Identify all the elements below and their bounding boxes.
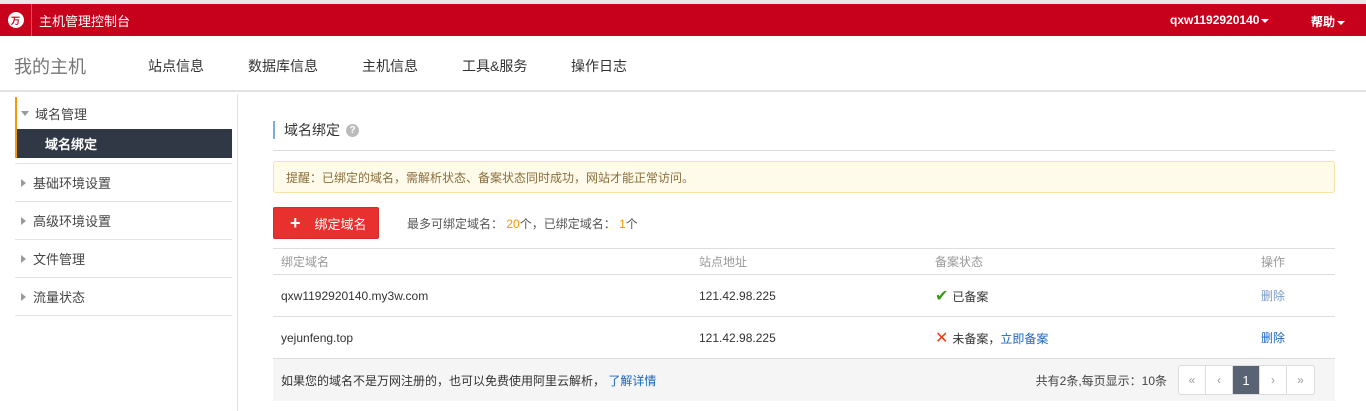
nav-brand[interactable]: 我的主机 (14, 53, 86, 79)
sidebar-group-file-management[interactable]: 文件管理 (15, 240, 232, 278)
col-record-status: 备案状态 (927, 248, 1253, 275)
prev-page-button[interactable]: ‹ (1206, 366, 1233, 394)
sidebar-group-domain-management[interactable]: 域名管理 (15, 97, 232, 129)
user-name: qxw1192920140 (1170, 13, 1260, 27)
help-icon[interactable]: ? (346, 123, 359, 137)
triangle-right-icon (21, 254, 26, 263)
sidebar-group-advanced-env[interactable]: 高级环境设置 (15, 202, 232, 240)
page-title: 域名绑定? (273, 121, 1335, 139)
col-site-address: 站点地址 (691, 248, 927, 275)
help-label: 帮助 (1311, 15, 1336, 29)
sidebar-group-basic-env[interactable]: 基础环境设置 (15, 164, 232, 202)
quota-bound-label: 个，已绑定域名： (519, 216, 616, 231)
first-page-button[interactable]: « (1179, 366, 1206, 394)
quota-max: 20 (506, 216, 520, 231)
sidebar-group-label: 基础环境设置 (33, 176, 112, 191)
quota-max-label: 最多可绑定域名： (407, 216, 504, 231)
ip-cell: 121.42.98.225 (691, 316, 927, 359)
table-footer: 如果您的域名不是万网注册的，也可以免费使用阿里云解析， 了解详情 共有2条,每页… (273, 359, 1335, 401)
quota-unit: 个 (625, 216, 638, 231)
last-page-button[interactable]: » (1287, 366, 1314, 394)
bind-domain-label: 绑定域名 (314, 216, 367, 232)
domain-table: 绑定域名 站点地址 备案状态 操作 qxw1192920140.my3w.com… (273, 248, 1335, 359)
status-text: 已备案 (952, 289, 989, 304)
table-row: qxw1192920140.my3w.com 121.42.98.225 ✔ 已备… (273, 274, 1335, 317)
caret-down-icon (1337, 20, 1346, 25)
triangle-right-icon (21, 178, 26, 187)
sidebar: 域名管理 域名绑定 基础环境设置 高级环境设置 文件管理 流量状态 (0, 94, 238, 411)
triangle-down-icon (21, 110, 29, 116)
col-action: 操作 (1253, 248, 1335, 275)
main-nav: 我的主机 站点信息 数据库信息 主机信息 工具&服务 操作日志 (0, 36, 1366, 92)
status-text: 未备案， (952, 331, 1001, 346)
app-title: 主机管理控制台 (39, 13, 131, 29)
logo-icon: 万 (7, 12, 24, 28)
quota-text: 最多可绑定域名： 20个，已绑定域名： 1个 (407, 215, 638, 232)
sidebar-item-domain-binding[interactable]: 域名绑定 (15, 129, 232, 158)
sidebar-group-label: 文件管理 (33, 252, 86, 267)
sidebar-group-label: 域名管理 (35, 106, 88, 122)
next-page-button[interactable]: › (1260, 366, 1287, 394)
nav-site-info[interactable]: 站点信息 (148, 56, 204, 76)
ip-cell: 121.42.98.225 (691, 274, 927, 317)
record-now-link[interactable]: 立即备案 (1000, 332, 1048, 346)
delete-link[interactable]: 删除 (1261, 289, 1285, 303)
triangle-right-icon (21, 216, 26, 225)
caret-down-icon (1261, 18, 1270, 23)
sidebar-group-label: 流量状态 (33, 290, 86, 305)
table-row: yejunfeng.top 121.42.98.225 ✕ 未备案，立即备案 删除 (273, 316, 1335, 359)
help-menu[interactable]: 帮助 (1311, 13, 1346, 30)
page-1-button[interactable]: 1 (1233, 366, 1260, 394)
status-cell: ✔ 已备案 (927, 274, 1253, 317)
nav-host-info[interactable]: 主机信息 (362, 56, 418, 76)
nav-tools-services[interactable]: 工具&服务 (462, 56, 527, 76)
notice-banner: 提醒：已绑定的域名，需解析状态、备案状态同时成功，网站才能正常访问。 (273, 161, 1335, 193)
sidebar-group-label: 高级环境设置 (33, 214, 112, 229)
cross-icon: ✕ (935, 329, 949, 347)
top-bar: 万 主机管理控制台 qxw1192920140 帮助 (0, 4, 1366, 36)
nav-database-info[interactable]: 数据库信息 (248, 56, 318, 76)
table-header: 绑定域名 站点地址 备案状态 操作 (273, 248, 1335, 275)
domain-cell: qxw1192920140.my3w.com (273, 274, 691, 317)
triangle-right-icon (21, 292, 26, 301)
pagination: « ‹ 1 › » (1178, 365, 1315, 395)
nav-operation-log[interactable]: 操作日志 (571, 56, 627, 76)
check-icon: ✔ (935, 287, 949, 305)
page-title-text: 域名绑定 (284, 122, 340, 138)
footer-note: 如果您的域名不是万网注册的，也可以免费使用阿里云解析， (281, 373, 606, 388)
col-domain: 绑定域名 (273, 248, 691, 275)
logo[interactable]: 万 (0, 4, 32, 36)
plus-icon: + (290, 213, 301, 233)
sidebar-group-traffic-status[interactable]: 流量状态 (15, 278, 232, 316)
bind-domain-button[interactable]: + 绑定域名 (273, 207, 379, 239)
delete-link[interactable]: 删除 (1261, 331, 1285, 345)
user-menu[interactable]: qxw1192920140 (1170, 13, 1270, 27)
domain-cell: yejunfeng.top (273, 316, 691, 359)
quota-bound: 1 (619, 216, 626, 231)
total-count: 共有2条,每页显示：10条 (1035, 373, 1167, 388)
learn-more-link[interactable]: 了解详情 (608, 372, 656, 389)
divider (273, 150, 1335, 151)
main-content: 域名绑定? 提醒：已绑定的域名，需解析状态、备案状态同时成功，网站才能正常访问。… (273, 94, 1335, 401)
status-cell: ✕ 未备案，立即备案 (927, 316, 1253, 359)
